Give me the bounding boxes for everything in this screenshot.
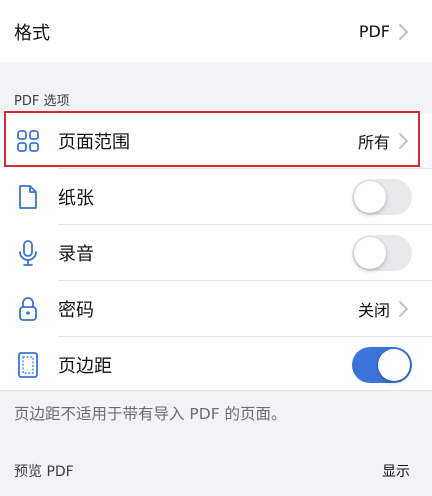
format-label: 格式 xyxy=(14,22,50,44)
page-range-value: 所有 xyxy=(357,132,390,152)
recording-toggle[interactable] xyxy=(352,234,412,271)
preview-label: 预览 PDF xyxy=(14,464,74,480)
chevron-right-icon xyxy=(399,300,408,317)
password-row[interactable]: 密码 关闭 xyxy=(0,281,432,336)
preview-show-link[interactable]: 显示 xyxy=(382,461,410,481)
recording-label: 录音 xyxy=(58,243,94,265)
paper-label: 纸张 xyxy=(58,187,94,209)
margins-toggle[interactable] xyxy=(352,346,412,383)
paper-row: 纸张 xyxy=(0,169,432,224)
separator xyxy=(0,390,432,391)
toggle-knob xyxy=(354,180,386,213)
chevron-right-icon xyxy=(399,132,408,149)
document-icon xyxy=(14,183,42,211)
recording-row: 录音 xyxy=(0,225,432,280)
margins-footnote: 页边距不适用于带有导入 PDF 的页面。 xyxy=(14,405,287,423)
page-range-row[interactable]: 页面范围 所有 xyxy=(0,113,432,168)
format-row[interactable]: 格式 PDF xyxy=(0,4,432,59)
password-value: 关闭 xyxy=(357,300,390,320)
toggle-knob xyxy=(378,348,410,381)
preview-row: 预览 PDF 显示 xyxy=(0,446,432,496)
lock-icon xyxy=(14,295,42,323)
pdf-options-header: PDF 选项 xyxy=(14,94,70,109)
toggle-knob xyxy=(354,236,386,269)
page-range-label: 页面范围 xyxy=(58,131,130,153)
paper-toggle[interactable] xyxy=(352,178,412,215)
margins-row: 页边距 xyxy=(0,337,432,392)
margins-label: 页边距 xyxy=(58,355,112,377)
password-label: 密码 xyxy=(58,299,94,321)
margins-icon xyxy=(14,351,42,379)
chevron-right-icon xyxy=(399,23,408,40)
microphone-icon xyxy=(14,239,42,267)
format-value: PDF xyxy=(358,22,390,41)
grid-icon xyxy=(14,127,42,155)
